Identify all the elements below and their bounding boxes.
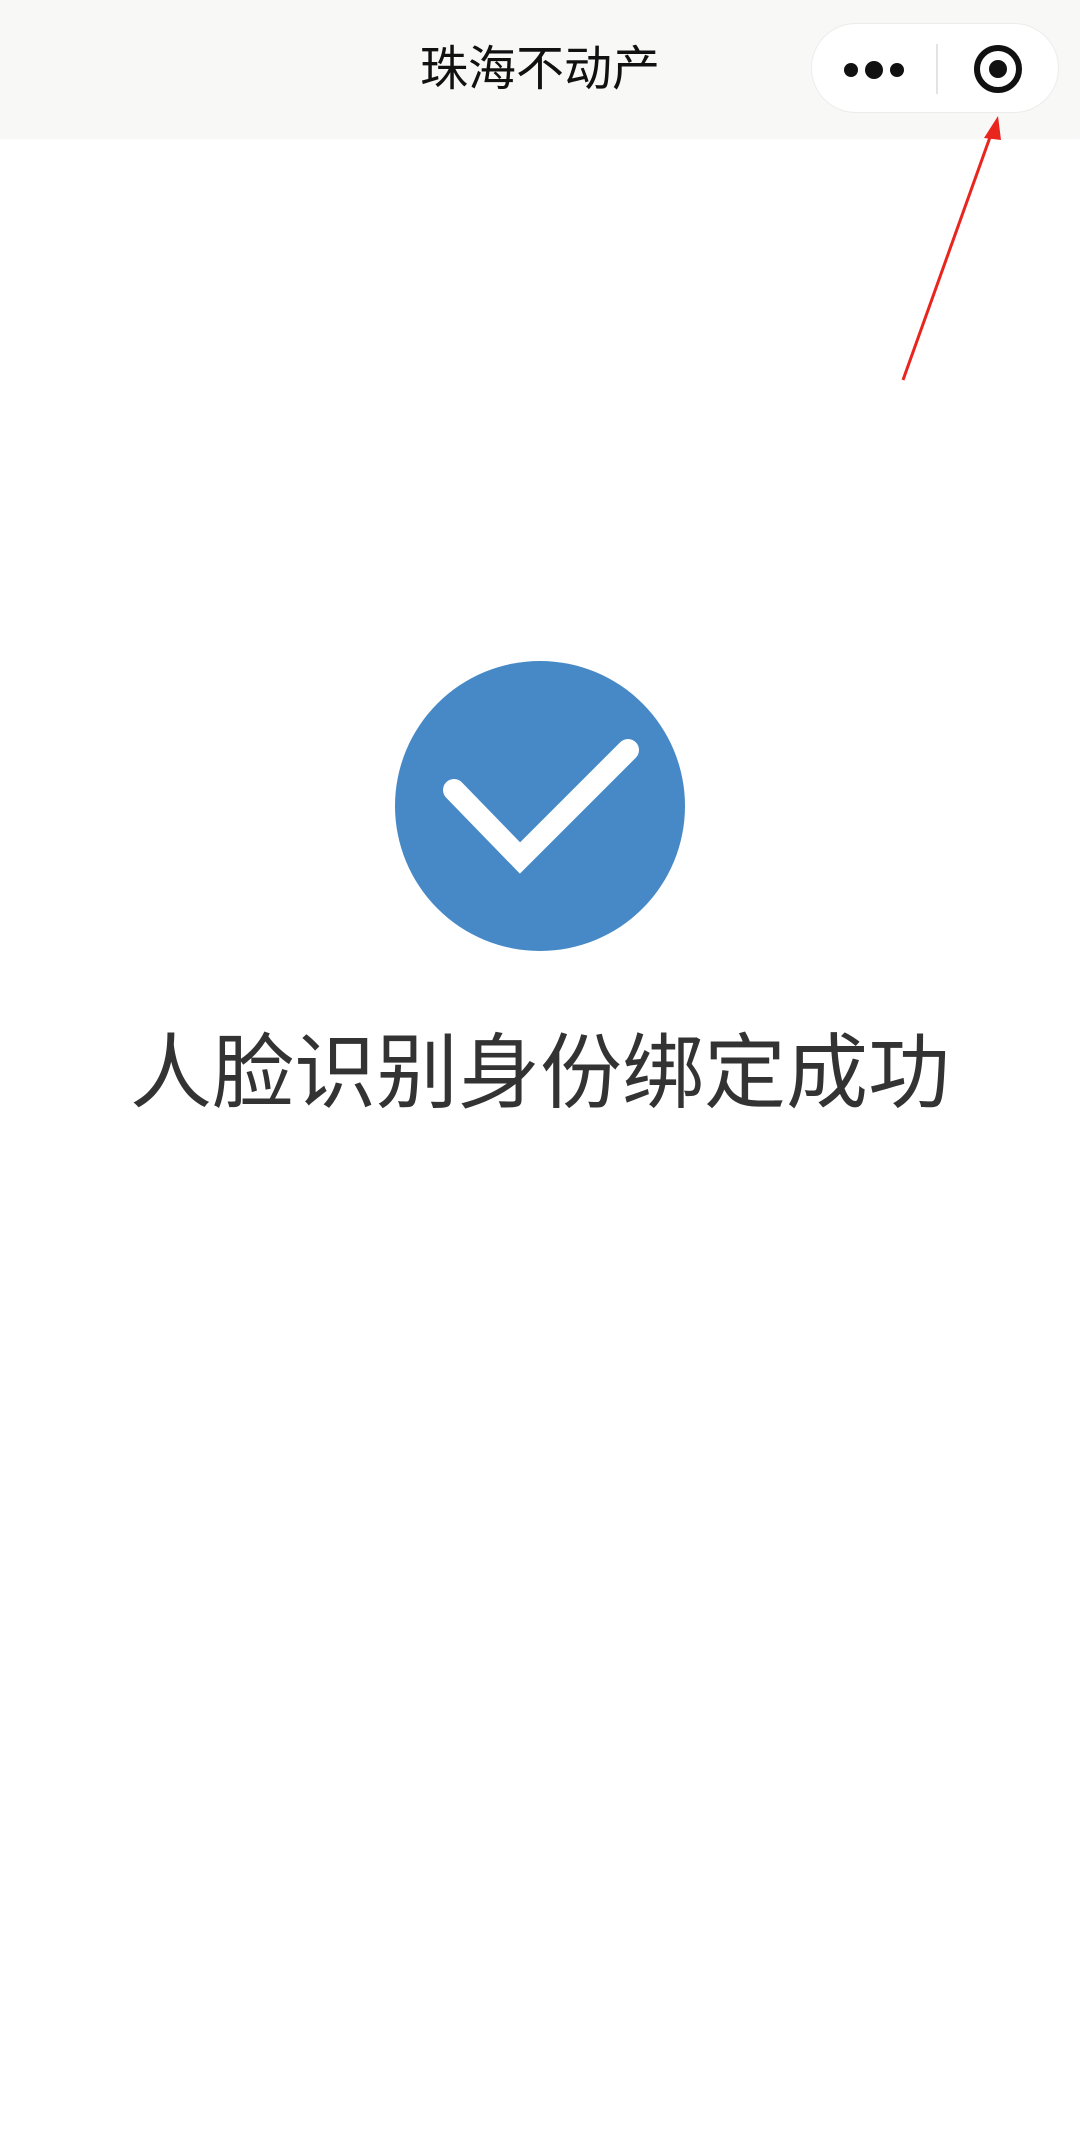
more-button[interactable]: [812, 24, 936, 112]
target-circle-icon: [974, 45, 1022, 93]
capsule-menu: [811, 23, 1059, 113]
close-button[interactable]: [938, 24, 1058, 112]
annotation-arrow: [901, 116, 1001, 381]
checkmark-circle-icon: [395, 661, 685, 951]
success-message: 人脸识别身份绑定成功: [129, 1026, 950, 1121]
more-dots-icon: [844, 61, 904, 79]
page: 珠海不动产 人脸识别身份绑定成功: [0, 0, 1080, 2144]
